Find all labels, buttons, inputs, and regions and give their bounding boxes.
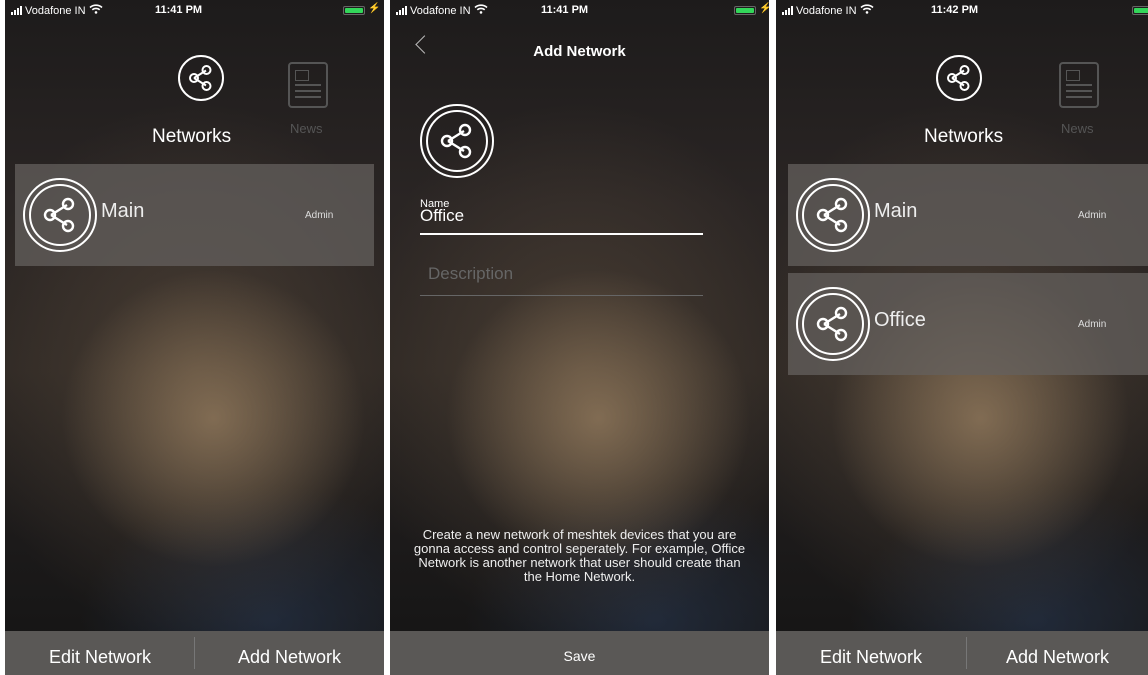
battery-icon (1132, 6, 1148, 15)
bottom-action-bar: Edit Network Add Network (5, 631, 384, 675)
bottom-action-bar: Edit Network Add Network (776, 631, 1148, 675)
bottom-action-bar: Save (390, 631, 769, 675)
charging-icon: ⚡ (368, 3, 381, 14)
description-input[interactable]: Description (428, 264, 513, 284)
network-row-main[interactable]: Main Admin (788, 164, 1148, 266)
edit-network-button[interactable]: Edit Network (776, 631, 966, 675)
network-role: Admin (1078, 210, 1107, 221)
status-time: 11:41 PM (541, 4, 589, 16)
network-share-icon (23, 178, 97, 252)
news-tab-icon[interactable] (288, 62, 328, 108)
tab-networks[interactable]: Networks (924, 126, 1003, 148)
battery-icon (343, 6, 365, 15)
status-bar: Vodafone IN 11:41 PM ⚡ (5, 0, 384, 20)
network-row-office[interactable]: Office Admin (788, 273, 1148, 375)
network-share-icon (796, 178, 870, 252)
status-time: 11:42 PM (931, 4, 979, 16)
wifi-icon (474, 4, 488, 17)
networks-tab-icon[interactable] (178, 55, 224, 101)
networks-screen-1: Vodafone IN 11:41 PM ⚡ Networks News Mai… (5, 0, 384, 675)
network-row-main[interactable]: Main Admin (15, 164, 374, 266)
name-input[interactable]: Office (420, 206, 464, 226)
description-underline (420, 295, 703, 296)
networks-screen-2: Vodafone IN 11:42 PM Networks News Main … (776, 0, 1148, 675)
description-field[interactable]: Description (420, 264, 703, 298)
help-text: Create a new network of meshtek devices … (413, 527, 746, 584)
wifi-icon (89, 4, 103, 17)
page-title: Add Network (533, 43, 626, 60)
network-share-icon (420, 104, 494, 178)
carrier-name: Vodafone IN (410, 4, 471, 17)
network-role: Admin (1078, 319, 1107, 330)
signal-icon (396, 6, 407, 15)
add-network-button[interactable]: Add Network (195, 631, 384, 675)
signal-icon (782, 6, 793, 15)
network-name: Main (101, 200, 145, 222)
carrier-name: Vodafone IN (25, 4, 86, 17)
add-network-button[interactable]: Add Network (967, 631, 1148, 675)
tab-networks[interactable]: Networks (152, 126, 231, 148)
wifi-icon (860, 4, 874, 17)
network-name: Main (874, 200, 918, 222)
status-bar: Vodafone IN 11:41 PM ⚡ (390, 0, 769, 20)
charging-icon: ⚡ (759, 3, 769, 14)
edit-network-button[interactable]: Edit Network (5, 631, 195, 675)
networks-tab-icon[interactable] (936, 55, 982, 101)
battery-icon (734, 6, 756, 15)
network-role: Admin (305, 210, 334, 221)
news-tab-icon[interactable] (1059, 62, 1099, 108)
name-underline (420, 233, 703, 235)
network-share-icon (796, 287, 870, 361)
tab-news[interactable]: News (1061, 121, 1094, 136)
tab-news[interactable]: News (290, 121, 323, 136)
status-time: 11:41 PM (155, 4, 203, 16)
save-button[interactable]: Save (390, 631, 769, 675)
carrier-name: Vodafone IN (796, 4, 857, 17)
name-field[interactable]: Name Office (420, 198, 703, 236)
signal-icon (11, 6, 22, 15)
add-network-screen: Vodafone IN 11:41 PM ⚡ Add Network Name … (390, 0, 769, 675)
network-name: Office (874, 309, 926, 331)
status-bar: Vodafone IN 11:42 PM (776, 0, 1148, 20)
